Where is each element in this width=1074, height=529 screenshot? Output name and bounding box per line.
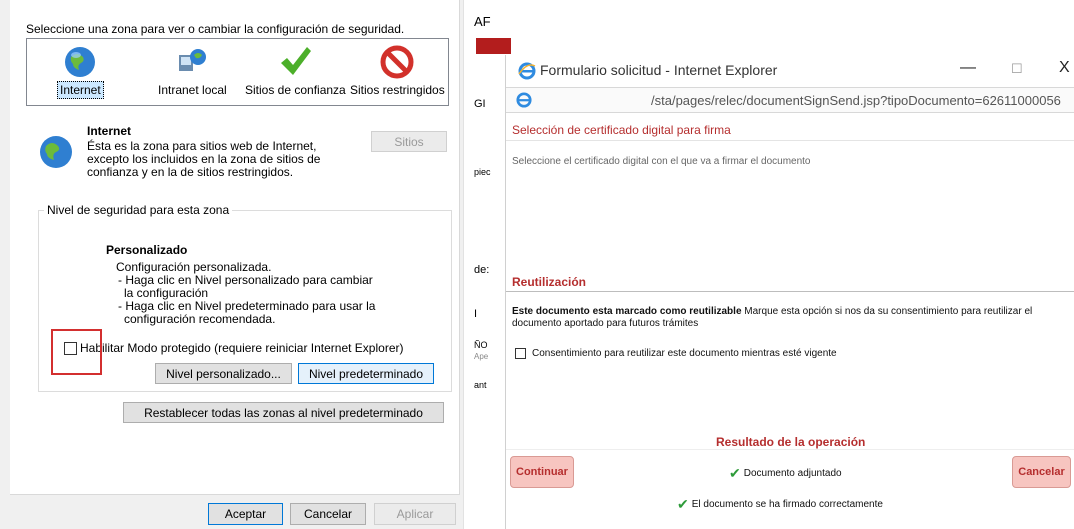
zone-trusted-label: Sitios de confianza xyxy=(245,83,346,97)
strip-text: de: xyxy=(474,264,490,276)
divider xyxy=(506,449,1074,450)
custom-level-button[interactable]: Nivel personalizado... xyxy=(155,363,292,384)
ie-window: Formulario solicitud - Internet Explorer… xyxy=(505,55,1074,529)
zone-prompt: Seleccione una zona para ver o cambiar l… xyxy=(26,22,405,36)
zone-description: Ésta es la zona para sitios web de Inter… xyxy=(87,139,321,179)
security-tab-panel: Seleccione una zona para ver o cambiar l… xyxy=(10,0,460,495)
status-signed-text: El documento se ha firmado correctamente xyxy=(691,499,883,510)
no-entry-icon xyxy=(380,45,414,79)
strip-text: GI xyxy=(474,98,486,110)
result-title: Resultado de la operación xyxy=(716,435,866,449)
check-icon: ✔ xyxy=(677,496,689,512)
consent-checkbox[interactable] xyxy=(515,348,526,359)
strip-text: Ape xyxy=(474,352,489,361)
strip-text: piec xyxy=(474,167,491,177)
status-signed: ✔ El documento se ha firmado correctamen… xyxy=(677,496,883,513)
reset-all-zones-button[interactable]: Restablecer todas las zonas al nivel pre… xyxy=(123,402,444,423)
divider xyxy=(506,140,1074,141)
cert-section-title: Selección de certificado digital para fi… xyxy=(512,123,731,137)
divider xyxy=(506,291,1074,292)
zone-list: Internet Intranet local Sitios de confia… xyxy=(26,38,449,106)
background-page-strip: AF GI piec de: I ÑO Ape ant xyxy=(463,0,511,529)
protected-mode-row[interactable]: Habilitar Modo protegido (requiere reini… xyxy=(64,341,403,355)
zone-internet[interactable]: Internet xyxy=(57,45,104,99)
title-bar: Formulario solicitud - Internet Explorer… xyxy=(506,55,1074,85)
consent-row[interactable]: Consentimiento para reutilizar este docu… xyxy=(515,348,837,359)
custom-level-description: Configuración personalizada. - Haga clic… xyxy=(116,261,375,326)
address-bar[interactable]: /sta/pages/relec/documentSignSend.jsp?ti… xyxy=(506,87,1074,113)
strip-red-bar xyxy=(476,38,511,54)
dialog-footer: Aceptar Cancelar Aplicar xyxy=(0,495,463,529)
check-icon xyxy=(281,47,312,75)
custom-line: configuración recomendada. xyxy=(124,312,276,326)
minimize-icon[interactable]: — xyxy=(960,59,976,77)
zone-restricted-label: Sitios restringidos xyxy=(350,83,445,97)
default-level-button[interactable]: Nivel predeterminado xyxy=(298,363,434,384)
globe-icon xyxy=(40,136,72,168)
status-attached-text: Documento adjuntado xyxy=(743,468,842,479)
strip-text: ant xyxy=(474,380,487,390)
highlight-box xyxy=(51,329,102,375)
zone-name: Internet xyxy=(87,124,132,138)
ie-logo-icon xyxy=(518,62,536,80)
check-icon: ✔ xyxy=(729,465,741,481)
ie-logo-icon xyxy=(516,92,532,108)
zone-intranet[interactable]: Intranet local xyxy=(156,45,229,97)
reuse-description: Este documento esta marcado como reutili… xyxy=(512,306,1062,330)
globe-icon xyxy=(65,47,96,77)
consent-label: Consentimiento para reutilizar este docu… xyxy=(532,348,837,359)
apply-button[interactable]: Aplicar xyxy=(374,503,456,525)
sites-button[interactable]: Sitios xyxy=(371,131,447,152)
continue-button[interactable]: Continuar xyxy=(510,456,574,488)
intranet-icon xyxy=(179,49,207,71)
protected-mode-label: Habilitar Modo protegido (requiere reini… xyxy=(80,341,404,355)
security-level-legend: Nivel de seguridad para esta zona xyxy=(44,203,233,217)
security-dialog: Seleccione una zona para ver o cambiar l… xyxy=(0,0,463,529)
cancel-button[interactable]: Cancelar xyxy=(1012,456,1071,488)
close-icon[interactable]: X xyxy=(1059,59,1070,77)
cancel-button[interactable]: Cancelar xyxy=(290,503,366,525)
accept-button[interactable]: Aceptar xyxy=(208,503,283,525)
strip-text: I xyxy=(474,308,478,320)
address-url[interactable]: /sta/pages/relec/documentSignSend.jsp?ti… xyxy=(651,93,1061,108)
custom-level-title: Personalizado xyxy=(106,243,188,257)
cert-instruction: Seleccione el certificado digital con el… xyxy=(512,156,811,167)
strip-text: AF xyxy=(474,14,491,29)
zone-intranet-label: Intranet local xyxy=(158,83,227,97)
window-title: Formulario solicitud - Internet Explorer xyxy=(540,62,778,78)
status-attached: ✔ Documento adjuntado xyxy=(729,465,842,482)
zone-internet-label: Internet xyxy=(57,81,104,99)
zone-restricted[interactable]: Sitios restringidos xyxy=(348,45,447,97)
maximize-icon[interactable]: ☐ xyxy=(1011,61,1023,77)
zone-trusted[interactable]: Sitios de confianza xyxy=(243,45,348,97)
reuse-bold: Este documento esta marcado como reutili… xyxy=(512,306,742,317)
strip-text: ÑO xyxy=(474,340,488,350)
reuse-section-title: Reutilización xyxy=(512,275,587,289)
